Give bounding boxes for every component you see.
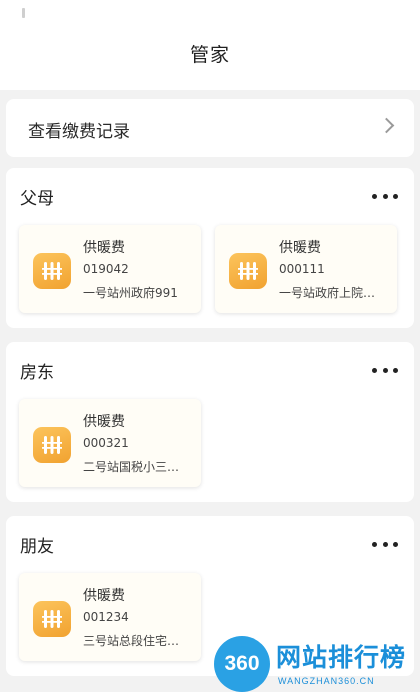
- radiator-icon: [33, 601, 71, 637]
- chevron-right-icon: [378, 117, 395, 134]
- bill-address: 一号站政府上院…: [279, 286, 376, 300]
- page-title: 管家: [189, 44, 230, 66]
- radiator-icon: [33, 253, 71, 289]
- more-horizontal-icon[interactable]: [372, 192, 398, 200]
- bill-name: 供暖费: [279, 240, 321, 256]
- radiator-icon: [229, 253, 267, 289]
- watermark-logo: 360: [214, 636, 270, 692]
- group-landlord: 房东 供暖费 000321 二号站国税小三…: [6, 342, 414, 502]
- bill-name: 供暖费: [83, 414, 125, 430]
- more-horizontal-icon[interactable]: [372, 540, 398, 548]
- bill-name: 供暖费: [83, 588, 125, 604]
- site-watermark: 360 网站排行榜 WANGZHAN360.CN: [214, 634, 420, 696]
- bill-card[interactable]: 供暖费 019042 一号站州政府991: [19, 225, 201, 313]
- bill-account-number: 000111: [279, 262, 325, 276]
- group-title: 朋友: [20, 537, 54, 557]
- bill-account-number: 001234: [83, 610, 129, 624]
- bill-card[interactable]: 供暖费 001234 三号站总段住宅…: [19, 573, 201, 661]
- bill-address: 二号站国税小三…: [83, 460, 180, 474]
- bill-card[interactable]: 供暖费 000321 二号站国税小三…: [19, 399, 201, 487]
- bill-account-number: 000321: [83, 436, 129, 450]
- view-payment-records-label: 查看缴费记录: [28, 122, 130, 142]
- bill-card[interactable]: 供暖费 000111 一号站政府上院…: [215, 225, 397, 313]
- bill-address: 一号站州政府991: [83, 286, 178, 300]
- group-parents: 父母 供暖费 019042 一号站州政府991 供暖费 000111 一号站政府…: [6, 168, 414, 328]
- group-title: 父母: [20, 189, 54, 209]
- radiator-icon: [33, 427, 71, 463]
- watermark-subtitle: WANGZHAN360.CN: [278, 676, 375, 686]
- status-indicator: [22, 8, 25, 18]
- app-header: 管家: [0, 0, 420, 90]
- view-payment-records-row[interactable]: 查看缴费记录: [6, 99, 414, 157]
- bill-name: 供暖费: [83, 240, 125, 256]
- watermark-title: 网站排行榜: [276, 643, 407, 672]
- group-title: 房东: [20, 363, 54, 383]
- bill-address: 三号站总段住宅…: [83, 634, 180, 648]
- bill-account-number: 019042: [83, 262, 129, 276]
- more-horizontal-icon[interactable]: [372, 366, 398, 374]
